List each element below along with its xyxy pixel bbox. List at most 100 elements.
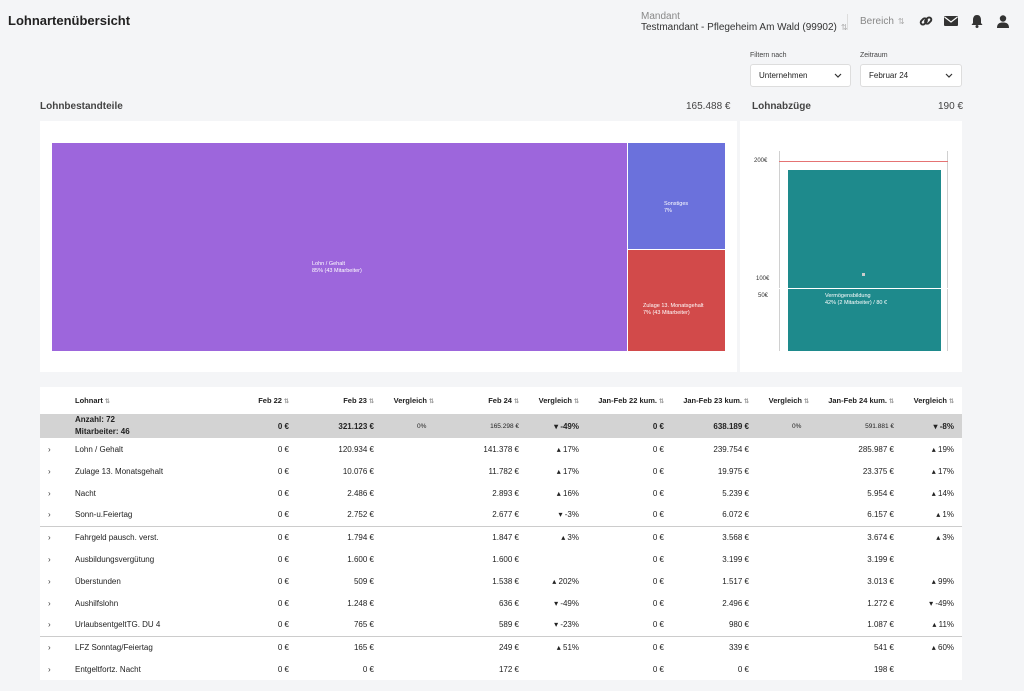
table-cell: 10.076 € — [342, 466, 374, 476]
mandant-selector[interactable]: Mandant Testmandant - Pflegeheim Am Wald… — [641, 11, 848, 33]
lohnart-cell: › Aushilfslohn — [48, 598, 119, 608]
table-row[interactable]: › Sonn-u.Feiertag 0 € 2.752 € 2.677 € ▾ -3% 0 … — [40, 504, 962, 526]
chevron-right-icon[interactable]: › — [48, 643, 75, 652]
table-cell: 23.375 € — [862, 466, 894, 476]
column-header[interactable]: Jan-Feb 22 kum. ⇅ — [587, 387, 672, 414]
mandant-value: Testmandant - Pflegeheim Am Wald (99902)… — [641, 22, 848, 33]
column-header[interactable]: Feb 24 ⇅ — [442, 387, 527, 414]
bar-marker — [862, 273, 865, 276]
table-cell: 3.674 € — [817, 525, 902, 548]
table-cell: 0 € — [277, 598, 289, 608]
table-row[interactable]: › Fahrgeld pausch. verst. 0 €1.794 €1.847 … — [40, 525, 962, 548]
table-row[interactable]: › Überstunden 0 € 509 € 1.538 € ▴ 202% 0 € 1.51… — [40, 570, 962, 592]
zeitraum-value: Februar 24 — [869, 71, 909, 80]
table-cell — [382, 548, 442, 570]
tick-label: 100€ — [756, 276, 770, 282]
table-cell: 0 € — [277, 576, 289, 586]
link-icon[interactable] — [918, 13, 934, 29]
sort-icon[interactable]: ⇅ — [949, 399, 954, 405]
user-icon[interactable] — [995, 13, 1011, 29]
table-cell: 0 € — [652, 664, 664, 674]
bell-icon[interactable] — [969, 13, 985, 29]
sort-icon[interactable]: ⇅ — [105, 399, 110, 405]
treemap-cell-zulage[interactable]: Zulage 13. Monatsgehalt 7% (43 Mitarbeite… — [628, 250, 725, 351]
lohnart-cell: › Nacht — [48, 488, 96, 498]
table-row[interactable]: › Nacht 0 € 2.486 € 2.893 € ▴ 16% 0 € 5.239 € 5.… — [40, 482, 962, 504]
table-cell: 1.600 € — [347, 554, 374, 564]
bar-chart: 200€ 100€ 50€ Vermögensbildung 42% (2 Mit… — [740, 121, 962, 372]
table-row[interactable]: › UrlaubsentgeltTG. DU 4 0 € 765 € 589 € ▾ -2… — [40, 614, 962, 636]
zeitraum-select[interactable]: Februar 24 — [860, 64, 962, 87]
column-header[interactable]: Vergleich ⇅ — [902, 387, 962, 414]
table-row[interactable]: › Aushilfslohn 0 € 1.248 € 636 € ▾ -49% 0 € 2.4… — [40, 592, 962, 614]
chevron-right-icon[interactable]: › — [48, 510, 75, 519]
chevron-right-icon[interactable]: › — [48, 555, 75, 564]
table-cell: 0 € — [277, 510, 289, 520]
table-cell: 1.087 € — [867, 620, 894, 630]
table-row[interactable]: › Lohn / Gehalt 0 € 120.934 € 141.378 € ▴ 17%… — [40, 438, 962, 460]
table-row[interactable]: › LFZ Sonntag/Feiertag 0 €165 €249 € ▴ 51% 0… — [40, 635, 962, 658]
table-cell: 1.248 € — [347, 598, 374, 608]
table-cell — [382, 635, 442, 658]
mail-icon[interactable] — [943, 13, 959, 29]
sort-icon[interactable]: ⇅ — [744, 399, 749, 405]
column-header[interactable]: Vergleich ⇅ — [382, 387, 442, 414]
tick-label: 200€ — [754, 158, 768, 164]
chevron-right-icon[interactable]: › — [48, 577, 75, 586]
table-cell — [382, 592, 442, 614]
summary-cell: 321.123 € — [297, 414, 382, 438]
column-header[interactable]: Vergleich ⇅ — [757, 387, 817, 414]
sort-icon[interactable]: ⇅ — [514, 399, 519, 405]
table-cell: ▴ 19% — [931, 444, 954, 454]
table-cell: 0 € — [652, 510, 664, 520]
sort-icon[interactable]: ⇅ — [284, 399, 289, 405]
table-cell — [382, 570, 442, 592]
sort-icon[interactable]: ⇅ — [574, 399, 579, 405]
table-cell: 5.954 € — [867, 488, 894, 498]
table-cell: 198 € — [873, 664, 894, 674]
column-header[interactable]: Lohnart ⇅ — [40, 387, 177, 414]
table-cell — [757, 635, 817, 658]
table-cell: 2.677 € — [492, 510, 519, 520]
treemap-cell-lohn[interactable]: Lohn / Gehalt 85% (43 Mitarbeiter) — [52, 143, 627, 351]
bereich-selector[interactable]: Bereich ⇅ — [860, 16, 905, 27]
table-cell — [902, 658, 962, 680]
summary-cell: 0% — [382, 414, 442, 438]
sort-icon[interactable]: ⇅ — [429, 399, 434, 405]
mandant-label: Mandant — [641, 11, 680, 22]
table-cell: 0 € — [652, 466, 664, 476]
lohnarten-table: Lohnart ⇅ Feb 22 ⇅ Feb 23 ⇅ Vergleich ⇅ Feb 24 ⇅ V… — [40, 387, 962, 680]
column-header[interactable]: Vergleich ⇅ — [527, 387, 587, 414]
chevron-right-icon[interactable]: › — [48, 445, 75, 454]
table-cell: 0 € — [652, 444, 664, 454]
chevron-right-icon[interactable]: › — [48, 489, 75, 498]
lohnart-cell: › Lohn / Gehalt — [48, 444, 124, 454]
table-cell — [757, 592, 817, 614]
table-cell: ▴ 51% — [527, 635, 587, 658]
table-row[interactable]: › Entgeltfortz. Nacht 0 € 0 € 172 € 0 € 0 € 198… — [40, 658, 962, 680]
bar-vermoegensbildung[interactable] — [788, 170, 941, 351]
filter-select[interactable]: Unternehmen — [750, 64, 851, 87]
table-cell: ▾ -23% — [554, 620, 579, 630]
sort-icon[interactable]: ⇅ — [804, 399, 809, 405]
chevron-right-icon[interactable]: › — [48, 620, 75, 629]
chevron-right-icon[interactable]: › — [48, 533, 75, 542]
table-row[interactable]: › Ausbildungsvergütung 0 € 1.600 € 1.600 € 0 … — [40, 548, 962, 570]
summary-cell: 591.881 € — [817, 414, 902, 438]
sort-icon[interactable]: ⇅ — [369, 399, 374, 405]
treemap-cell-sonstiges[interactable]: Sonstiges 7% — [628, 143, 725, 249]
table-cell: 1.600 € — [492, 554, 519, 564]
chevron-right-icon[interactable]: › — [48, 467, 75, 476]
table-cell: 0 € — [177, 525, 297, 548]
table-row[interactable]: › Zulage 13. Monatsgehalt 0 € 10.076 € 11.78… — [40, 460, 962, 482]
column-header[interactable]: Feb 23 ⇅ — [297, 387, 382, 414]
page-title: Lohnartenübersicht — [8, 13, 131, 28]
sort-icon[interactable]: ⇅ — [659, 399, 664, 405]
column-header[interactable]: Jan-Feb 24 kum. ⇅ — [817, 387, 902, 414]
sort-icon[interactable]: ⇅ — [889, 399, 894, 405]
column-header[interactable]: Feb 22 ⇅ — [177, 387, 297, 414]
lohnbestandteile-title: Lohnbestandteile — [40, 101, 123, 112]
chevron-right-icon[interactable]: › — [48, 599, 75, 608]
column-header[interactable]: Jan-Feb 23 kum. ⇅ — [672, 387, 757, 414]
chevron-right-icon[interactable]: › — [48, 665, 75, 674]
